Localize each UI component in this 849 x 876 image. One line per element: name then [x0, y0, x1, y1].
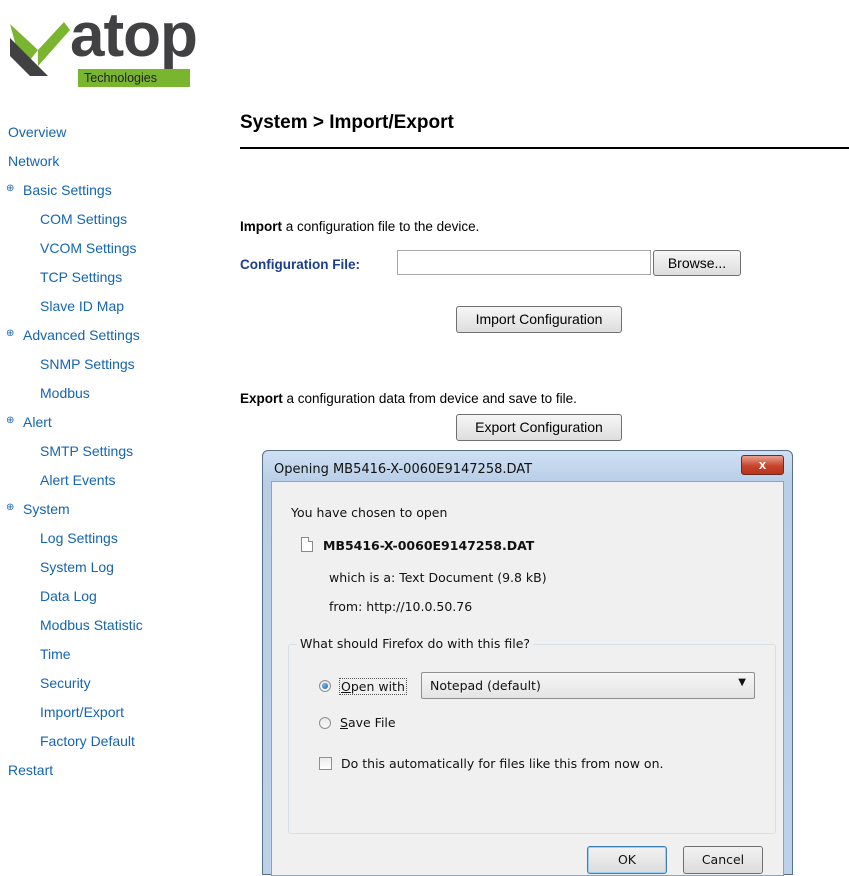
file-source-label: from: [329, 599, 363, 614]
auto-action-label[interactable]: Do this automatically for files like thi… [341, 756, 663, 771]
title-divider [240, 147, 849, 149]
import-bold: Import [240, 219, 282, 234]
page-title: System > Import/Export [240, 112, 454, 133]
save-file-radio[interactable] [319, 717, 331, 729]
file-type-value: Text Document (9.8 kB) [399, 570, 547, 585]
sidebar-item-com-settings[interactable]: COM Settings [40, 211, 127, 227]
document-icon [301, 537, 313, 552]
dialog-filename: MB5416-X-0060E9147258.DAT [323, 538, 535, 553]
action-groupbox: What should Firefox do with this file? O… [288, 636, 776, 834]
dialog-close-button[interactable]: x [741, 455, 784, 475]
expand-bullet-icon: ⊕ [6, 502, 15, 513]
download-dialog: Opening MB5416-X-0060E9147258.DAT x You … [262, 450, 793, 876]
logo-tagline-bar: Technologies [78, 69, 190, 87]
sidebar-item-basic-settings[interactable]: Basic Settings [23, 182, 112, 198]
expand-bullet-icon: ⊕ [6, 183, 15, 194]
configuration-file-input[interactable] [397, 250, 651, 275]
open-with-label[interactable]: Open with [339, 678, 407, 695]
import-description: Import a configuration file to the devic… [240, 219, 479, 234]
expand-bullet-icon: ⊕ [6, 415, 15, 426]
export-text: a configuration data from device and sav… [282, 391, 577, 406]
sidebar-item-modbus-statistic[interactable]: Modbus Statistic [40, 617, 143, 633]
sidebar-item-modbus[interactable]: Modbus [40, 385, 90, 401]
ok-button[interactable]: OK [587, 846, 667, 874]
expand-bullet-icon: ⊕ [6, 328, 15, 339]
sidebar-item-advanced-settings[interactable]: Advanced Settings [23, 327, 140, 343]
save-file-accesskey: S [340, 715, 348, 730]
export-bold: Export [240, 391, 283, 406]
save-file-label[interactable]: Save File [340, 715, 396, 730]
atop-logo: atop Technologies [8, 1, 238, 87]
sidebar-item-overview[interactable]: Overview [8, 124, 66, 140]
sidebar-item-tcp-settings[interactable]: TCP Settings [40, 269, 122, 285]
sidebar-item-vcom-settings[interactable]: VCOM Settings [40, 240, 136, 256]
sidebar-item-alert-events[interactable]: Alert Events [40, 472, 115, 488]
cancel-button[interactable]: Cancel [683, 846, 763, 874]
dialog-title: Opening MB5416-X-0060E9147258.DAT [274, 462, 533, 477]
export-configuration-button[interactable]: Export Configuration [456, 414, 622, 441]
sidebar-item-log-settings[interactable]: Log Settings [40, 530, 118, 546]
open-with-accesskey: O [341, 679, 351, 694]
import-text: a configuration file to the device. [282, 219, 480, 234]
logo-tagline: Technologies [84, 71, 157, 85]
configuration-file-label: Configuration File: [240, 257, 360, 272]
open-with-radio[interactable] [319, 680, 331, 692]
save-file-text: ave File [347, 715, 396, 730]
sidebar-item-factory-default[interactable]: Factory Default [40, 733, 135, 749]
browse-button[interactable]: Browse... [653, 250, 741, 276]
chosen-to-open-text: You have chosen to open [291, 505, 448, 520]
sidebar-item-network[interactable]: Network [8, 153, 59, 169]
sidebar-item-snmp-settings[interactable]: SNMP Settings [40, 356, 135, 372]
file-type-label: which is a: [329, 570, 396, 585]
sidebar-item-slave-id-map[interactable]: Slave ID Map [40, 298, 124, 314]
sidebar-item-alert[interactable]: Alert [23, 414, 52, 430]
sidebar-item-system-log[interactable]: System Log [40, 559, 114, 575]
open-with-text: pen with [350, 679, 405, 694]
export-description: Export a configuration data from device … [240, 391, 577, 406]
sidebar-item-security[interactable]: Security [40, 675, 91, 691]
logo-mark [10, 22, 70, 76]
open-with-select[interactable]: Notepad (default) ▼ [421, 672, 755, 699]
sidebar-item-import-export[interactable]: Import/Export [40, 704, 124, 720]
file-source-value: http://10.0.50.76 [366, 599, 473, 614]
sidebar-item-restart[interactable]: Restart [8, 762, 53, 778]
chevron-down-icon: ▼ [738, 677, 746, 688]
file-source-row: from: http://10.0.50.76 [329, 599, 472, 614]
auto-action-checkbox[interactable] [319, 757, 332, 770]
sidebar-item-system[interactable]: System [23, 501, 70, 517]
open-with-select-value: Notepad (default) [430, 678, 541, 693]
sidebar-item-time[interactable]: Time [40, 646, 71, 662]
action-group-label: What should Firefox do with this file? [297, 636, 534, 651]
import-configuration-button[interactable]: Import Configuration [456, 306, 622, 333]
logo-word: atop [70, 1, 198, 70]
dialog-body: You have chosen to open MB5416-X-0060E91… [271, 481, 784, 876]
file-type-row: which is a: Text Document (9.8 kB) [329, 570, 547, 585]
sidebar-item-data-log[interactable]: Data Log [40, 588, 97, 604]
sidebar-item-smtp-settings[interactable]: SMTP Settings [40, 443, 133, 459]
